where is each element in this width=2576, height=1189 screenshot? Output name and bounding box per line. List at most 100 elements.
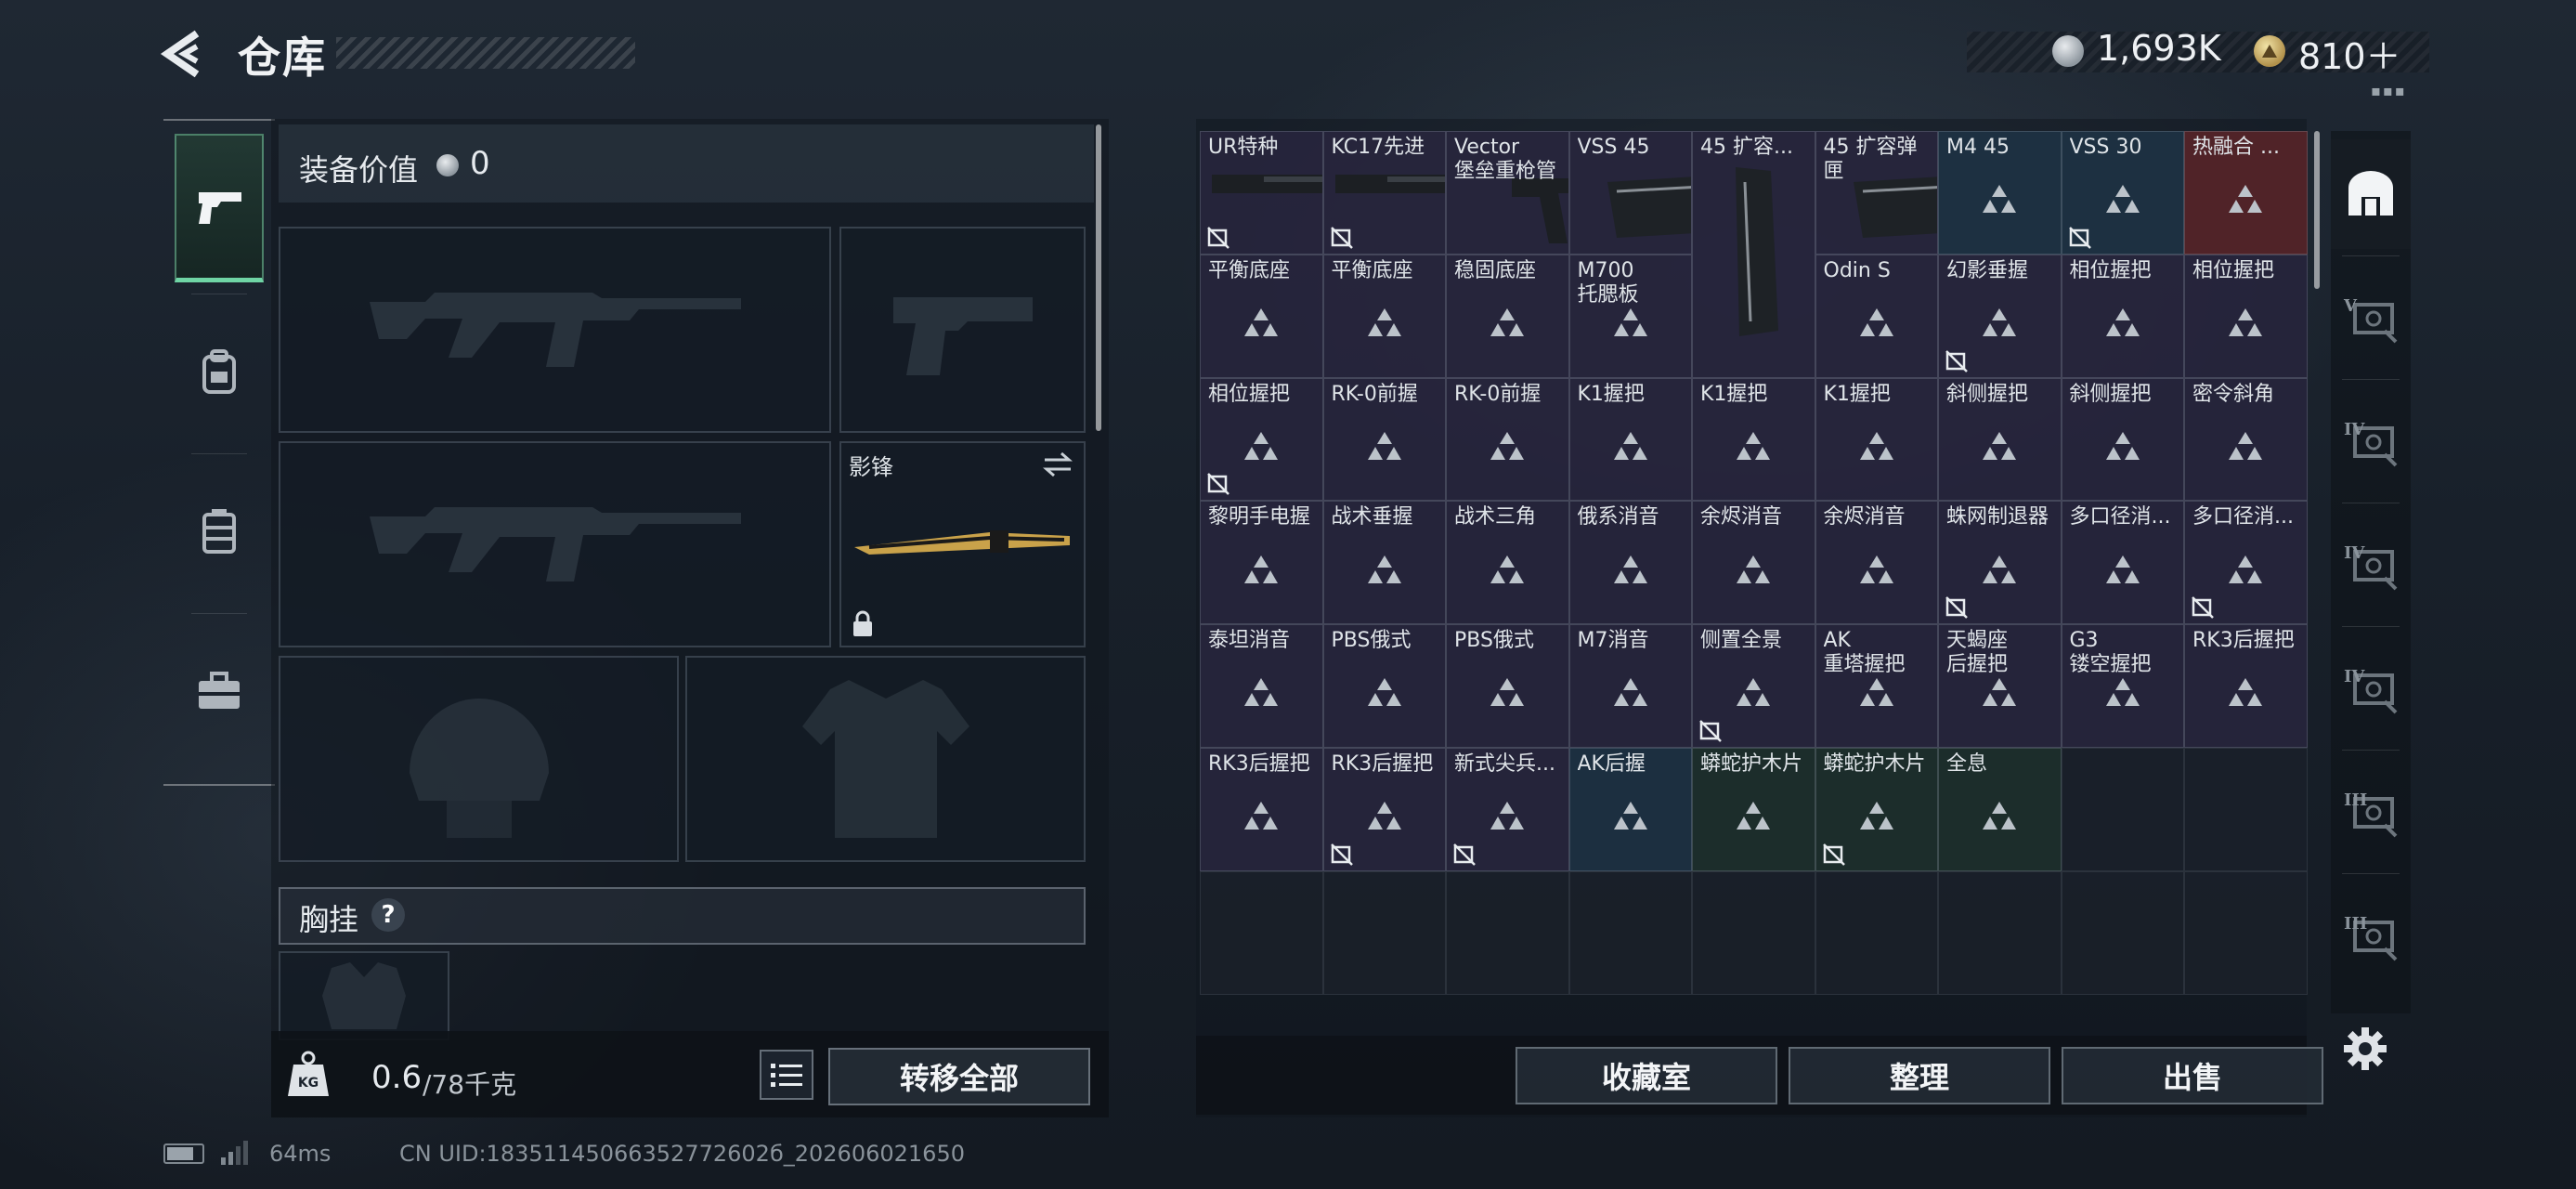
storage-item[interactable]: 斜侧握把 <box>2061 377 2184 502</box>
rifle-silhouette-icon <box>369 293 741 367</box>
back-arrow-icon[interactable] <box>160 28 212 80</box>
storage-item[interactable]: 平衡底座 <box>1322 254 1446 378</box>
storage-item[interactable]: 热融合 ... <box>2184 131 2308 255</box>
storage-item[interactable]: 相位握把 <box>2184 254 2308 378</box>
vault-button[interactable]: 收藏室 <box>1516 1047 1777 1104</box>
storage-item[interactable]: 全息 <box>1938 748 2062 871</box>
storage-item[interactable]: PBS俄式 <box>1322 624 1446 748</box>
storage-item[interactable]: RK-0前握 <box>1446 377 1569 502</box>
storage-item[interactable]: M7消音 <box>1568 624 1692 748</box>
storage-item[interactable]: 蛛网制退器 <box>1938 501 2062 625</box>
storage-item[interactable]: G3 镂空握把 <box>2061 624 2184 748</box>
swap-icon[interactable] <box>1041 451 1074 478</box>
item-name: G3 镂空握把 <box>2069 629 2152 677</box>
item-placeholder-icon <box>1859 431 1893 460</box>
storage-item[interactable]: KC17先进 <box>1322 131 1446 255</box>
tier-separator <box>2342 379 2400 380</box>
sidearm-slot[interactable] <box>839 227 1086 433</box>
storage-item[interactable]: 45 扩容弹匣 <box>1815 131 1938 255</box>
storage-item[interactable]: RK-0前握 <box>1322 377 1446 502</box>
sort-button[interactable]: 整理 <box>1789 1047 2050 1104</box>
item-placeholder-icon <box>2229 308 2263 337</box>
storage-item[interactable]: 黎明手电握 <box>1200 501 1323 625</box>
storage-item[interactable]: K1握把 <box>1568 377 1692 502</box>
storage-item[interactable]: K1握把 <box>1815 377 1938 502</box>
storage-item[interactable]: K1握把 <box>1692 377 1815 502</box>
storage-item[interactable]: M4 45 <box>1938 131 2062 255</box>
storage-item[interactable]: 斜侧握把 <box>1938 377 2062 502</box>
storage-item[interactable]: UR特种 <box>1200 131 1323 255</box>
storage-item[interactable]: 侧置全景 <box>1692 624 1815 748</box>
storage-item[interactable]: 多口径消... <box>2184 501 2308 625</box>
help-button[interactable]: ? <box>371 898 405 932</box>
storage-item[interactable]: 余烬消音 <box>1692 501 1815 625</box>
storage-item[interactable]: 战术垂握 <box>1322 501 1446 625</box>
tier-label: III <box>2344 790 2368 810</box>
item-name: 平衡底座 <box>1208 258 1291 282</box>
storage-item[interactable]: 余烬消音 <box>1815 501 1938 625</box>
storage-item[interactable]: RK3后握把 <box>1322 748 1446 871</box>
gold-amount[interactable]: 810＋ <box>2298 28 2401 79</box>
storage-item[interactable]: VSS 45 <box>1568 131 1692 255</box>
storage-scrollbar[interactable] <box>2314 131 2320 289</box>
storage-item[interactable]: 俄系消音 <box>1568 501 1692 625</box>
storage-item[interactable]: RK3后握把 <box>2184 624 2308 748</box>
gear-tab[interactable] <box>175 297 264 446</box>
weapons-tab[interactable] <box>175 134 264 282</box>
silver-amount[interactable]: 1,693K <box>2097 28 2221 69</box>
storage-item[interactable]: 平衡底座 <box>1200 254 1323 378</box>
no-trade-icon <box>1945 596 1968 620</box>
item-name: 余烬消音 <box>1823 505 1906 529</box>
tier-iii-tab-1[interactable]: III <box>2331 757 2411 867</box>
primary-weapon-slot-1[interactable] <box>279 227 831 433</box>
toolbox-tab[interactable] <box>175 617 264 765</box>
tier-home-tab[interactable] <box>2331 139 2411 249</box>
melee-weapon-slot[interactable]: 影锋 <box>839 441 1086 647</box>
empty-slot <box>1568 870 1692 995</box>
sell-button[interactable]: 出售 <box>2062 1047 2323 1104</box>
storage-item[interactable]: 战术三角 <box>1446 501 1569 625</box>
item-name: 侧置全景 <box>1700 629 1783 653</box>
settings-gear-icon[interactable] <box>2342 1026 2388 1072</box>
list-view-button[interactable] <box>760 1050 813 1100</box>
helmet-slot[interactable] <box>279 656 679 862</box>
storage-item[interactable]: 多口径消... <box>2061 501 2184 625</box>
item-name: PBS俄式 <box>1454 629 1534 653</box>
storage-item[interactable]: AK后握 <box>1568 748 1692 871</box>
storage-item[interactable]: AK 重塔握把 <box>1815 624 1938 748</box>
storage-item[interactable]: 幻影垂握 <box>1938 254 2062 378</box>
item-placeholder-icon <box>1367 431 1401 460</box>
tier-iv-tab-2[interactable]: IV <box>2331 510 2411 620</box>
storage-item[interactable]: 45 扩容... <box>1692 131 1815 378</box>
storage-item[interactable]: M700 托腮板 <box>1568 254 1692 378</box>
storage-item[interactable]: 相位握把 <box>1200 377 1323 502</box>
tier-iv-tab-3[interactable]: IV <box>2331 634 2411 743</box>
item-placeholder-icon <box>1367 555 1401 583</box>
storage-item[interactable]: PBS俄式 <box>1446 624 1569 748</box>
chest-rig-slot[interactable] <box>279 951 449 1040</box>
storage-item[interactable]: 蟒蛇护木片 <box>1692 748 1815 871</box>
storage-item[interactable]: VSS 30 <box>2061 131 2184 255</box>
storage-item[interactable]: Odin S <box>1815 254 1938 378</box>
storage-item[interactable]: RK3后握把 <box>1200 748 1323 871</box>
transfer-all-button[interactable]: 转移全部 <box>828 1048 1090 1105</box>
bag-tab[interactable] <box>175 457 264 606</box>
loadout-scrollbar[interactable] <box>1096 124 1101 431</box>
primary-weapon-slot-2[interactable] <box>279 441 831 647</box>
tier-iii-tab-2[interactable]: III <box>2331 881 2411 990</box>
storage-item[interactable]: 蟒蛇护木片 <box>1815 748 1938 871</box>
item-name: Odin S <box>1823 258 1891 282</box>
storage-item[interactable]: 密令斜角 <box>2184 377 2308 502</box>
storage-item[interactable]: 相位握把 <box>2061 254 2184 378</box>
body-armor-slot[interactable] <box>685 656 1086 862</box>
tier-iv-tab-1[interactable]: IV <box>2331 386 2411 496</box>
storage-item[interactable]: 稳固底座 <box>1446 254 1569 378</box>
tier-v-tab[interactable]: V <box>2331 263 2411 372</box>
item-placeholder-icon <box>2229 431 2263 460</box>
item-name: 战术三角 <box>1454 505 1537 529</box>
storage-item[interactable]: 新式尖兵... <box>1446 748 1569 871</box>
storage-item[interactable]: 泰坦消音 <box>1200 624 1323 748</box>
storage-item[interactable]: Vector 堡垒重枪管 <box>1446 131 1569 255</box>
storage-item[interactable]: 天蝎座 后握把 <box>1938 624 2062 748</box>
rifle-silhouette-icon <box>369 507 741 581</box>
